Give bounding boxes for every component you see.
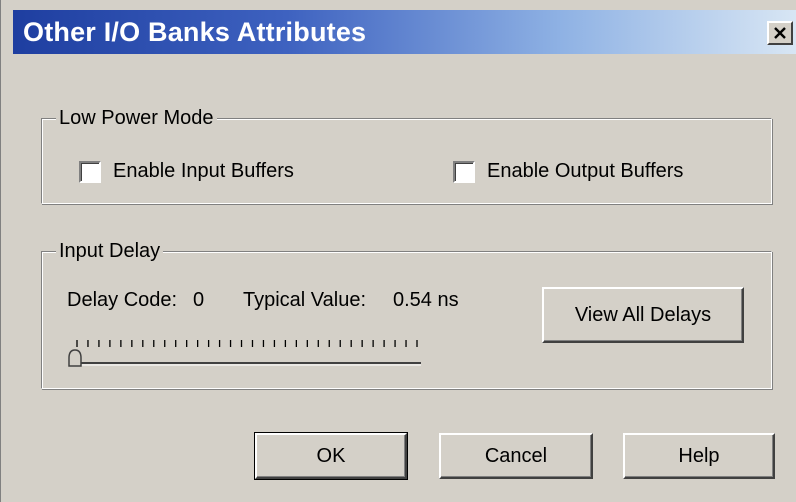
ok-label: OK <box>316 444 346 467</box>
enable-output-buffers-checkbox[interactable] <box>453 160 475 183</box>
ok-button[interactable]: OK <box>254 432 408 480</box>
enable-input-buffers-option[interactable]: Enable Input Buffers <box>79 160 294 183</box>
enable-output-buffers-label: Enable Output Buffers <box>487 160 684 182</box>
dialog-window: Other I/O Banks Attributes Low Power Mod… <box>0 0 796 502</box>
close-button[interactable] <box>767 21 793 45</box>
typical-value-readout: 0.54 ns <box>393 289 459 311</box>
input-delay-slider[interactable] <box>63 336 425 372</box>
low-power-mode-label: Low Power Mode <box>56 105 217 131</box>
title-bar[interactable]: Other I/O Banks Attributes <box>13 10 796 54</box>
slider-track-graphic <box>68 340 421 367</box>
view-all-delays-label: View All Delays <box>574 303 712 326</box>
delay-code-label: Delay Code: <box>67 289 178 311</box>
slider-ticks <box>76 340 418 347</box>
delay-code-value: 0 <box>193 289 205 311</box>
help-button[interactable]: Help <box>623 433 775 479</box>
help-label: Help <box>678 444 720 467</box>
dialog-title: Other I/O Banks Attributes <box>23 17 367 47</box>
enable-input-buffers-checkbox[interactable] <box>79 160 101 183</box>
input-delay-label: Input Delay <box>56 238 164 264</box>
close-icon <box>774 27 786 39</box>
typical-value-label: Typical Value: <box>243 289 367 311</box>
view-all-delays-button[interactable]: View All Delays <box>542 287 744 343</box>
slider-thumb <box>68 349 82 367</box>
enable-input-buffers-label: Enable Input Buffers <box>113 160 294 182</box>
cancel-label: Cancel <box>484 444 548 467</box>
enable-output-buffers-option[interactable]: Enable Output Buffers <box>453 160 683 183</box>
cancel-button[interactable]: Cancel <box>439 433 593 479</box>
